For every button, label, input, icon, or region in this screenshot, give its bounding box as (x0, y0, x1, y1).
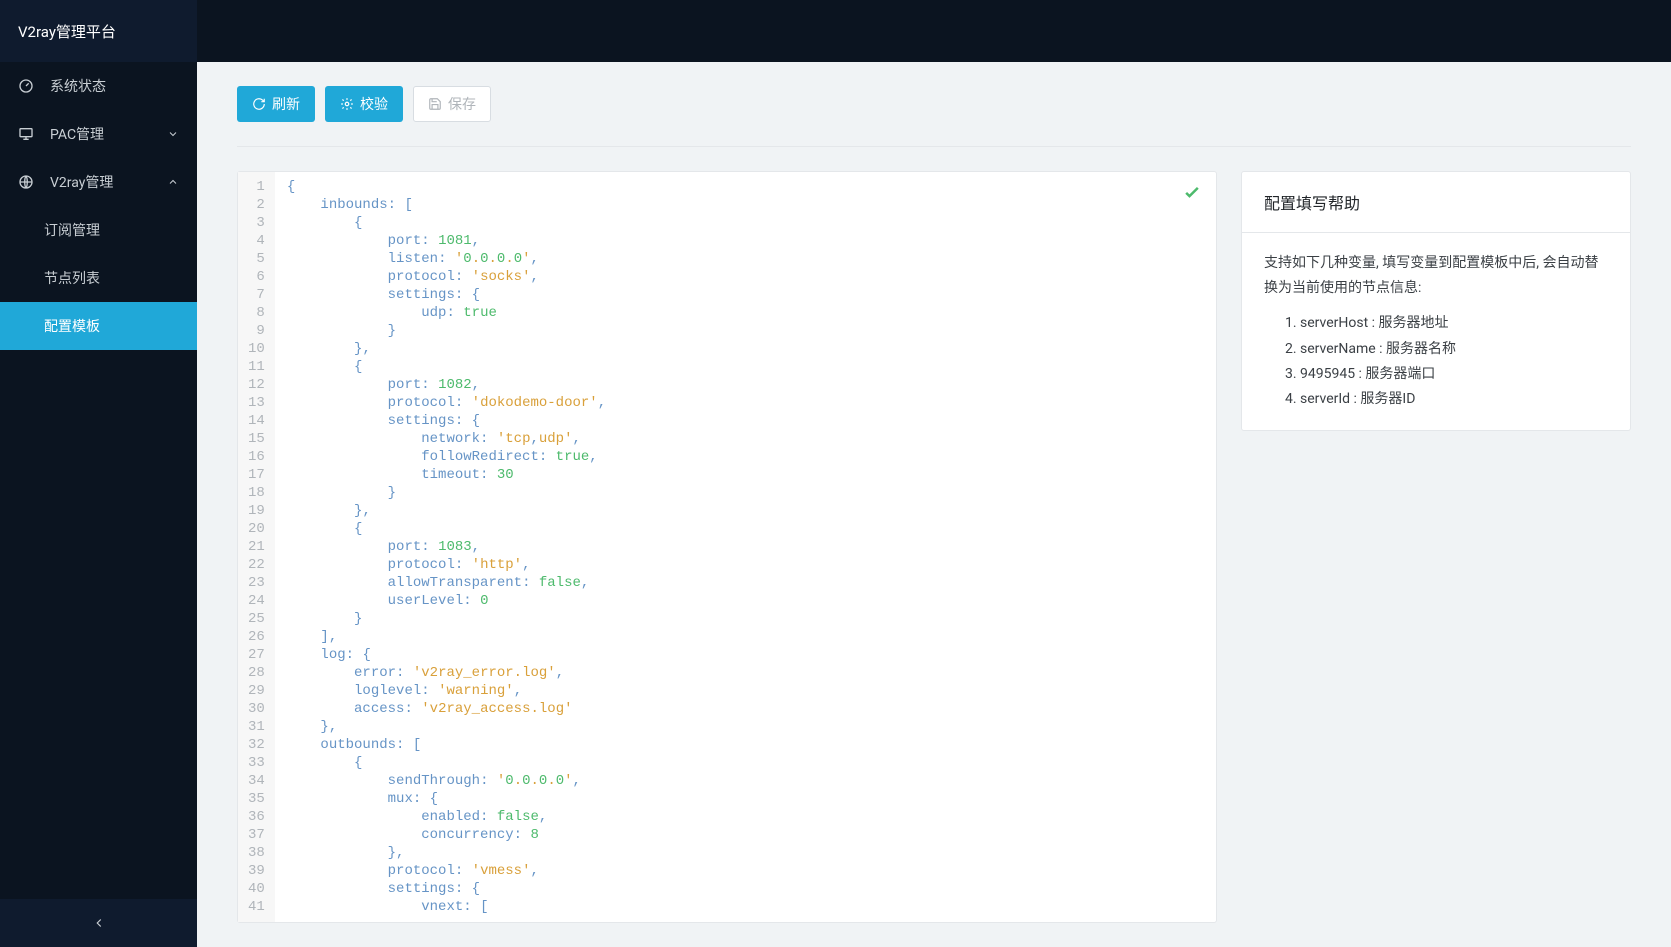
sidebar: V2ray管理平台 系统状态 PAC管理 (0, 0, 197, 947)
toolbar: 刷新 校验 保存 (237, 86, 1631, 147)
sidebar-item-subscribe[interactable]: 订阅管理 (0, 206, 197, 254)
content: 刷新 校验 保存 (197, 62, 1671, 947)
main: 刷新 校验 保存 (197, 0, 1671, 947)
sidebar-item-label: 系统状态 (50, 76, 106, 96)
code-editor[interactable]: 1234567891011121314151617181920212223242… (237, 171, 1217, 923)
sidebar-item-nodes[interactable]: 节点列表 (0, 254, 197, 302)
help-title: 配置填写帮助 (1242, 172, 1630, 233)
refresh-button[interactable]: 刷新 (237, 86, 315, 122)
button-label: 刷新 (272, 94, 300, 114)
help-card: 配置填写帮助 支持如下几种变量, 填写变量到配置模板中后, 会自动替换为当前使用… (1241, 171, 1631, 431)
top-header (197, 0, 1671, 62)
save-button: 保存 (413, 86, 491, 122)
sidebar-item-label: PAC管理 (50, 124, 104, 144)
gear-icon (340, 97, 354, 111)
line-number-gutter: 1234567891011121314151617181920212223242… (238, 172, 275, 922)
code-content[interactable]: { inbounds: [ { port: 1081, listen: '0.0… (275, 172, 1216, 922)
help-vars-list: serverHost : 服务器地址 serverName : 服务器名称 94… (1264, 311, 1608, 412)
gauge-icon (18, 78, 40, 94)
brand-title: V2ray管理平台 (0, 0, 197, 62)
chevron-up-icon (167, 176, 179, 188)
globe-icon (18, 174, 40, 190)
sidebar-submenu-v2ray: 订阅管理 节点列表 配置模板 (0, 206, 197, 350)
nav-list: 系统状态 PAC管理 V2ray管理 (0, 62, 197, 899)
sidebar-item-v2ray[interactable]: V2ray管理 (0, 158, 197, 206)
save-icon (428, 97, 442, 111)
sidebar-collapse-button[interactable] (0, 899, 197, 947)
monitor-icon (18, 126, 40, 142)
help-var-item: 9495945 : 服务器端口 (1300, 362, 1608, 387)
sidebar-item-label: V2ray管理 (50, 172, 113, 192)
sidebar-item-label: 节点列表 (44, 268, 100, 288)
sidebar-item-label: 配置模板 (44, 316, 100, 336)
sidebar-item-pac[interactable]: PAC管理 (0, 110, 197, 158)
sidebar-item-system-status[interactable]: 系统状态 (0, 62, 197, 110)
refresh-icon (252, 97, 266, 111)
button-label: 保存 (448, 94, 476, 114)
chevron-left-icon (92, 916, 106, 930)
sidebar-item-config-template[interactable]: 配置模板 (0, 302, 197, 350)
validate-button[interactable]: 校验 (325, 86, 403, 122)
help-var-item: serverHost : 服务器地址 (1300, 311, 1608, 336)
help-var-item: serverName : 服务器名称 (1300, 337, 1608, 362)
sidebar-item-label: 订阅管理 (44, 220, 100, 240)
help-intro: 支持如下几种变量, 填写变量到配置模板中后, 会自动替换为当前使用的节点信息: (1264, 251, 1608, 301)
chevron-down-icon (167, 128, 179, 140)
help-var-item: serverId : 服务器ID (1300, 387, 1608, 412)
valid-check-icon (1182, 182, 1202, 202)
button-label: 校验 (360, 94, 388, 114)
